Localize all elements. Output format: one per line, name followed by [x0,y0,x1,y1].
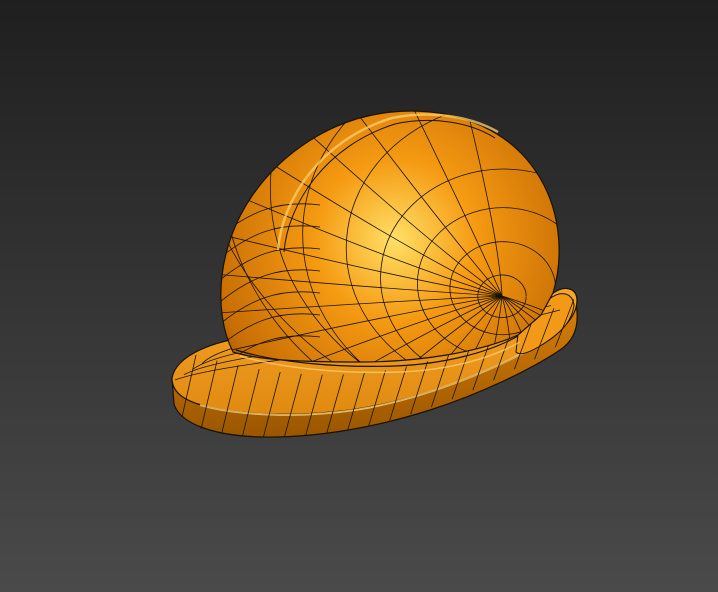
3d-viewport[interactable] [0,0,718,592]
viewport-canvas[interactable] [0,0,718,592]
